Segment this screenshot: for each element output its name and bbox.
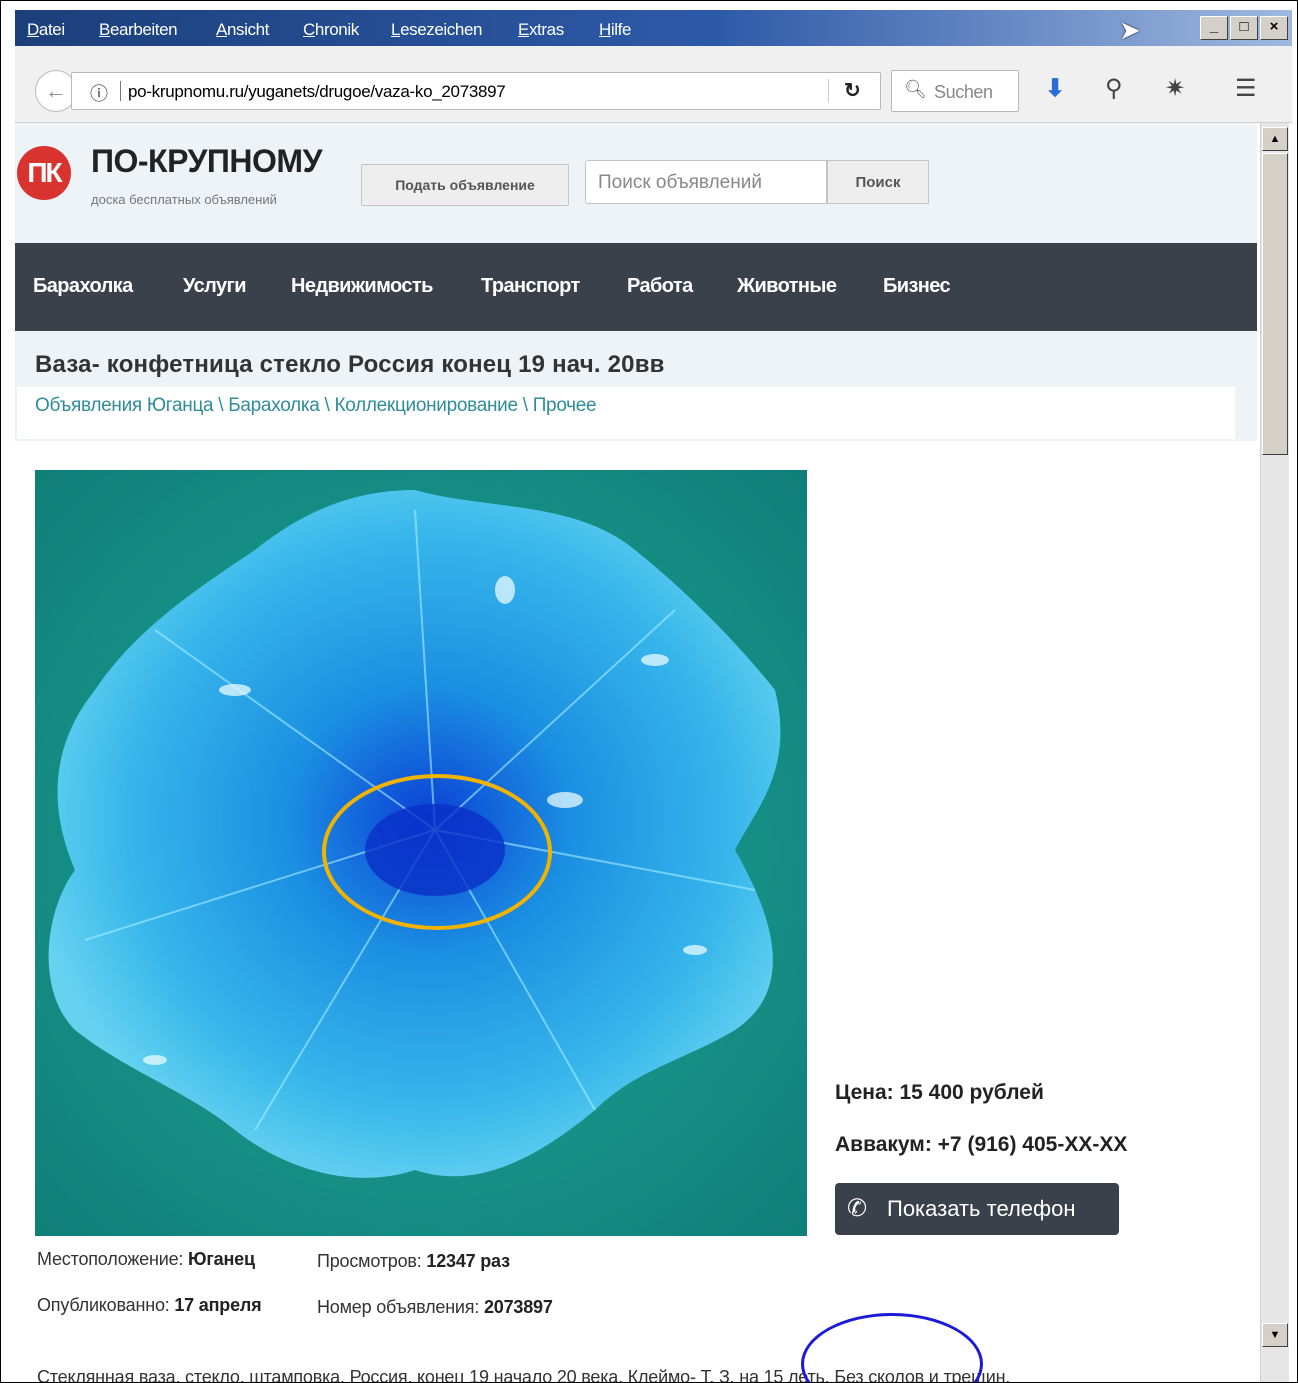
search-icon: 🔍︎	[904, 79, 927, 99]
mouse-cursor-icon: ➤	[1119, 15, 1141, 45]
logo-mark[interactable]: ПК	[17, 146, 71, 200]
menu-ansicht[interactable]: Ansicht	[216, 20, 269, 40]
nav-item-transport[interactable]: Транспорт	[481, 275, 580, 298]
seller-line: Аввакум: +7 (916) 405-XX-XX	[835, 1133, 1127, 1157]
vertical-scrollbar[interactable]: ▲ ▼	[1260, 123, 1289, 1382]
reload-icon[interactable]: ↻	[844, 78, 861, 103]
browser-search-box[interactable]: 🔍︎ Suchen	[891, 70, 1019, 112]
address-bar[interactable]: ⓘ po-krupnomu.ru/yuganets/drugoe/vaza-ko…	[71, 72, 881, 110]
menu-datei[interactable]: Datei	[27, 20, 65, 40]
breadcrumb-item-collecting[interactable]: Коллекционирование	[334, 395, 518, 416]
location-line: Местоположение: Юганец	[37, 1249, 255, 1270]
published-value: 17 апреля	[174, 1295, 262, 1315]
url-text[interactable]: po-krupnomu.ru/yuganets/drugoe/vaza-ko_2…	[128, 82, 506, 102]
nav-item-nedvizhimost[interactable]: Недвижимость	[291, 275, 433, 298]
gear-icon[interactable]: ✷	[1165, 74, 1185, 103]
seller-phone: +7 (916) 405-XX-XX	[937, 1133, 1128, 1156]
post-ad-button[interactable]: Подать объявление	[361, 164, 569, 206]
site-header: ПК ПО-КРУПНОМУ доска бесплатных объявлен…	[15, 123, 1257, 243]
browser-window: Datei Bearbeiten Ansicht Chronik Lesezei…	[0, 0, 1298, 1383]
menu-lesezeichen[interactable]: Lesezeichen	[391, 20, 482, 40]
page-title: Ваза- конфетница стекло Россия конец 19 …	[35, 351, 665, 378]
breadcrumb: Объявления Юганца \ Барахолка \ Коллекци…	[35, 395, 597, 416]
show-phone-label: Показать телефон	[887, 1196, 1076, 1221]
menu-bearbeiten[interactable]: Bearbeiten	[99, 20, 178, 40]
seller-name: Аввакум:	[835, 1133, 932, 1156]
reload-separator	[828, 79, 829, 103]
menu-chronik[interactable]: Chronik	[303, 20, 359, 40]
views-value: 12347 раз	[426, 1251, 510, 1271]
menu-bar: Datei Bearbeiten Ansicht Chronik Lesezei…	[15, 10, 1292, 46]
close-button[interactable]: ×	[1260, 16, 1288, 40]
ad-search-button[interactable]: Поиск	[827, 160, 929, 204]
location-label: Местоположение:	[37, 1249, 184, 1269]
price-value: 15 400 рублей	[899, 1081, 1044, 1104]
listing-card: Цена: 15 400 рублей Аввакум: +7 (916) 40…	[17, 449, 1257, 1382]
ad-number-line: Номер объявления: 2073897	[317, 1297, 553, 1318]
window-controls: _ □ ×	[1200, 16, 1288, 40]
nav-item-uslugi[interactable]: Услуги	[183, 275, 247, 298]
breadcrumb-item-baraholka[interactable]: Барахолка	[228, 395, 320, 416]
price-line: Цена: 15 400 рублей	[835, 1081, 1044, 1105]
published-line: Опубликованно: 17 апреля	[37, 1295, 262, 1316]
logo-subtitle: доска бесплатных объявлений	[91, 192, 277, 207]
navigation-toolbar: ← ⓘ po-krupnomu.ru/yuganets/drugoe/vaza-…	[15, 46, 1292, 123]
category-nav: Барахолка Услуги Недвижимость Транспорт …	[15, 243, 1257, 331]
nav-item-zhivotnye[interactable]: Животные	[737, 275, 837, 298]
magnifier-icon[interactable]: ⚲	[1105, 74, 1123, 103]
breadcrumb-item-other[interactable]: Прочее	[533, 395, 597, 416]
page-viewport: ПК ПО-КРУПНОМУ доска бесплатных объявлен…	[15, 123, 1257, 1382]
published-label: Опубликованно:	[37, 1295, 170, 1315]
maximize-button[interactable]: □	[1230, 16, 1258, 40]
ad-number-value: 2073897	[483, 1297, 553, 1317]
menu-hilfe[interactable]: Hilfe	[599, 20, 631, 40]
breadcrumb-box: Объявления Юганца \ Барахолка \ Коллекци…	[17, 387, 1235, 439]
nav-item-biznes[interactable]: Бизнес	[883, 275, 951, 298]
ad-number-label: Номер объявления:	[317, 1297, 480, 1317]
views-label: Просмотров:	[317, 1251, 422, 1271]
phone-icon: ✆	[847, 1195, 868, 1222]
location-value: Юганец	[188, 1249, 255, 1269]
info-icon[interactable]: ⓘ	[90, 80, 108, 106]
vase-photo[interactable]	[35, 470, 807, 1236]
price-label: Цена:	[835, 1081, 894, 1104]
views-line: Просмотров: 12347 раз	[317, 1251, 510, 1272]
listing-title-area: Ваза- конфетница стекло Россия конец 19 …	[15, 331, 1257, 441]
scroll-thumb[interactable]	[1262, 153, 1288, 455]
url-separator	[120, 81, 121, 101]
logo-title[interactable]: ПО-КРУПНОМУ	[91, 143, 322, 180]
show-phone-button[interactable]: ✆ Показать телефон	[835, 1183, 1119, 1235]
download-arrow-icon[interactable]: ⬇	[1045, 74, 1065, 103]
nav-item-rabota[interactable]: Работа	[627, 275, 693, 298]
browser-search-placeholder: Suchen	[934, 82, 993, 102]
minimize-button[interactable]: _	[1200, 16, 1228, 40]
breadcrumb-item-ads[interactable]: Объявления Юганца	[35, 395, 214, 416]
hamburger-menu-icon[interactable]: ☰	[1235, 74, 1257, 103]
scroll-up-arrow-icon[interactable]: ▲	[1262, 127, 1288, 151]
nav-item-baraholka[interactable]: Барахолка	[33, 275, 133, 298]
menu-extras[interactable]: Extras	[518, 20, 564, 40]
ad-search-input[interactable]: Поиск объявлений	[585, 160, 827, 204]
scroll-down-arrow-icon[interactable]: ▼	[1262, 1323, 1288, 1347]
